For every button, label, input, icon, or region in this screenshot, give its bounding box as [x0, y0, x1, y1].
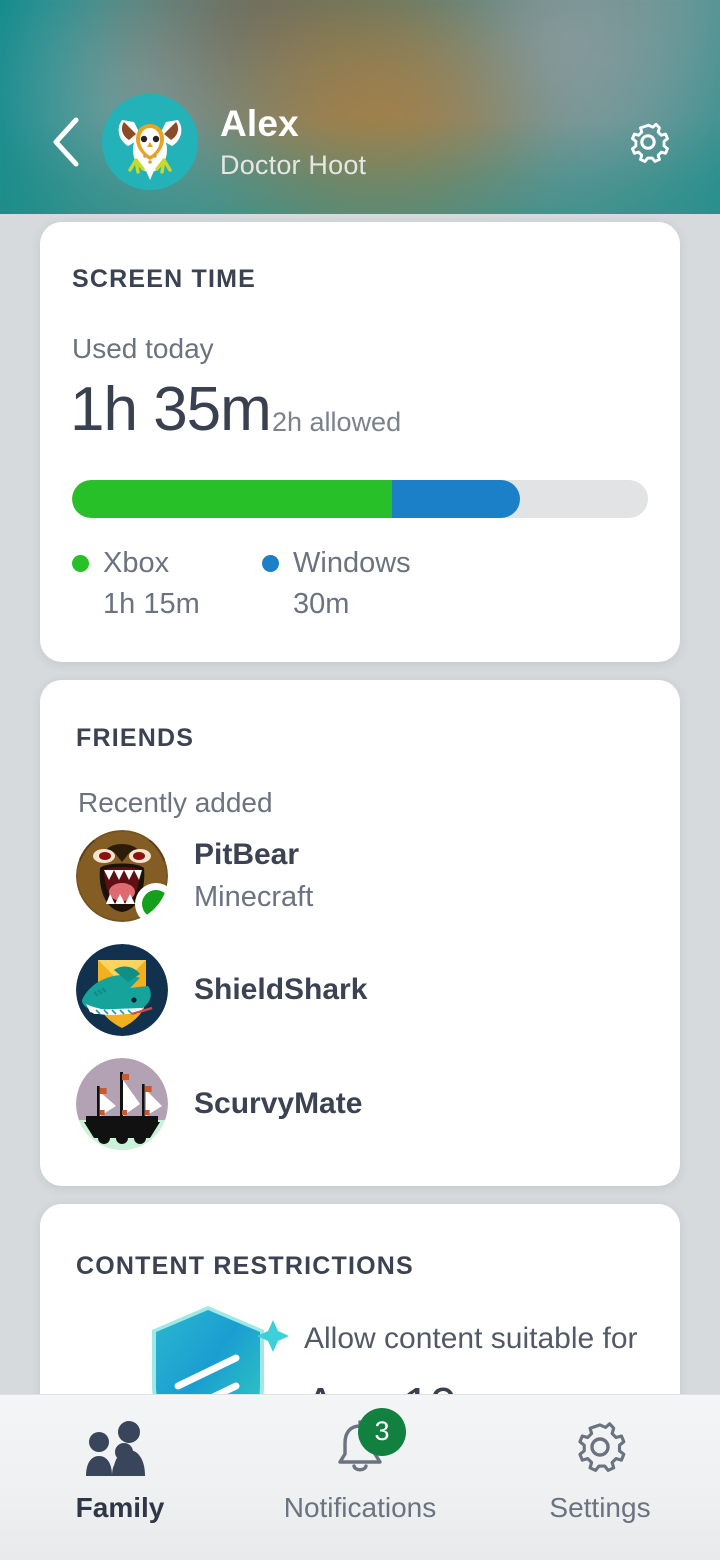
recently-added-label: Recently added: [78, 787, 273, 818]
profile-gamertag: Doctor Hoot: [220, 150, 367, 180]
progress-segment-windows: [391, 480, 520, 518]
friend-text: PitBear Minecraft: [194, 840, 313, 912]
avatar[interactable]: [102, 94, 198, 190]
used-today-label: Used today: [72, 333, 214, 364]
screen-time-card[interactable]: SCREEN TIME Used today 1h 35m 2h allowed…: [40, 222, 680, 662]
page-content[interactable]: SCREEN TIME Used today 1h 35m 2h allowed…: [0, 214, 720, 1560]
bottom-navigation: Family 3 Notifications Settings: [0, 1394, 720, 1560]
friends-card[interactable]: FRIENDS Recently added PitBear Minecraft: [40, 680, 680, 1186]
screen-time-progress-bar: [72, 480, 648, 518]
notifications-badge: 3: [358, 1407, 406, 1456]
friends-title: FRIENDS: [76, 724, 195, 752]
nav-item-settings[interactable]: Settings: [480, 1395, 720, 1560]
gear-icon: [631, 122, 669, 163]
family-people-icon: [83, 1418, 157, 1476]
header-settings-button[interactable]: [612, 106, 684, 178]
nav-item-family[interactable]: Family: [0, 1395, 240, 1560]
screen-time-legend: Xbox 1h 15m Windows 30m: [72, 547, 632, 621]
legend-value: 1h 15m: [103, 588, 200, 620]
legend-dot-icon: [72, 555, 89, 572]
allowed-label: 2h allowed: [272, 407, 402, 437]
friend-text: ShieldShark: [194, 975, 367, 1005]
legend-item-windows: Windows 30m: [262, 547, 411, 621]
nav-item-notifications[interactable]: 3 Notifications: [240, 1395, 480, 1560]
friend-status: Minecraft: [194, 881, 314, 913]
back-button[interactable]: [30, 106, 102, 178]
profile-header: Alex Doctor Hoot: [0, 92, 720, 192]
friend-row[interactable]: PitBear Minecraft: [76, 828, 646, 924]
content-restrictions-title: CONTENT RESTRICTIONS: [76, 1252, 414, 1280]
friend-text: ScurvyMate: [194, 1089, 362, 1119]
online-status-indicator: [142, 890, 168, 918]
nav-label-settings: Settings: [549, 1491, 651, 1523]
gear-icon: [571, 1418, 629, 1476]
legend-label: Xbox: [103, 547, 170, 579]
chevron-left-icon: [53, 117, 79, 167]
friend-name: PitBear: [194, 838, 300, 871]
pirate-ship-avatar: [76, 1058, 168, 1150]
progress-segment-xbox: [72, 480, 392, 518]
legend-value: 30m: [293, 588, 350, 620]
screen-time-title: SCREEN TIME: [72, 265, 257, 293]
friend-row[interactable]: ShieldShark: [76, 942, 646, 1038]
nav-label-family: Family: [75, 1491, 165, 1523]
friend-name: ShieldShark: [194, 973, 368, 1006]
bear-avatar: [76, 830, 168, 922]
allow-content-label: Allow content suitable for: [304, 1322, 638, 1355]
friend-name: ScurvyMate: [194, 1087, 363, 1120]
friend-row[interactable]: ScurvyMate: [76, 1056, 646, 1152]
shark-avatar: [76, 944, 168, 1036]
legend-label: Windows: [293, 547, 411, 579]
bell-icon: 3: [330, 1407, 406, 1476]
legend-dot-icon: [262, 555, 279, 572]
legend-item-xbox: Xbox 1h 15m: [72, 547, 262, 621]
used-today-value: 1h 35m: [70, 375, 272, 444]
owl-avatar: [102, 94, 198, 190]
nav-label-notifications: Notifications: [283, 1491, 437, 1523]
profile-name: Alex: [220, 103, 299, 144]
profile-identity: Alex Doctor Hoot: [220, 105, 366, 179]
app-root: Alex Doctor Hoot SCREEN TIME Used today …: [0, 0, 720, 1560]
